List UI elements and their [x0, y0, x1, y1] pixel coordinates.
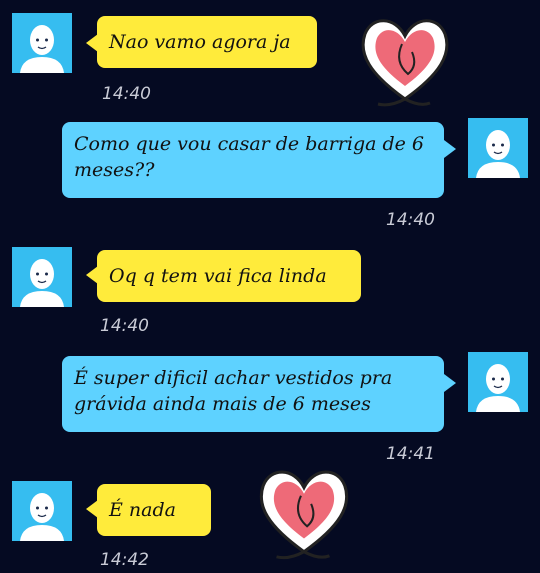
default-person-icon: [20, 493, 64, 541]
contact-avatar[interactable]: [12, 13, 72, 73]
message-bubble-incoming[interactable]: Nao vamo agora ja: [97, 16, 317, 68]
message-text: Oq q tem vai fica linda: [109, 265, 327, 287]
message-text: Nao vamo agora ja: [109, 31, 291, 53]
user-avatar[interactable]: [468, 352, 528, 412]
message-text: É super dificil achar vestidos pra grávi…: [74, 367, 393, 415]
default-person-icon: [476, 364, 520, 412]
message-timestamp: 14:41: [386, 444, 435, 464]
message-bubble-incoming[interactable]: É nada: [97, 484, 211, 536]
default-person-icon: [476, 130, 520, 178]
user-avatar[interactable]: [468, 118, 528, 178]
message-bubble-incoming[interactable]: Oq q tem vai fica linda: [97, 250, 361, 302]
message-text: É nada: [109, 499, 176, 521]
message-timestamp: 14:42: [100, 550, 149, 570]
contact-avatar[interactable]: [12, 247, 72, 307]
heart-sticker-icon: [361, 19, 449, 107]
bubble-tail: [444, 374, 456, 392]
message-timestamp: 14:40: [102, 84, 151, 104]
message-text: Como que vou casar de barriga de 6 meses…: [74, 133, 425, 181]
bubble-tail: [444, 140, 456, 158]
message-timestamp: 14:40: [386, 210, 435, 230]
message-bubble-outgoing[interactable]: Como que vou casar de barriga de 6 meses…: [62, 122, 444, 198]
default-person-icon: [20, 25, 64, 73]
message-timestamp: 14:40: [100, 316, 149, 336]
contact-avatar[interactable]: [12, 481, 72, 541]
default-person-icon: [20, 259, 64, 307]
heart-sticker-icon: [259, 470, 349, 560]
message-bubble-outgoing[interactable]: É super dificil achar vestidos pra grávi…: [62, 356, 444, 432]
